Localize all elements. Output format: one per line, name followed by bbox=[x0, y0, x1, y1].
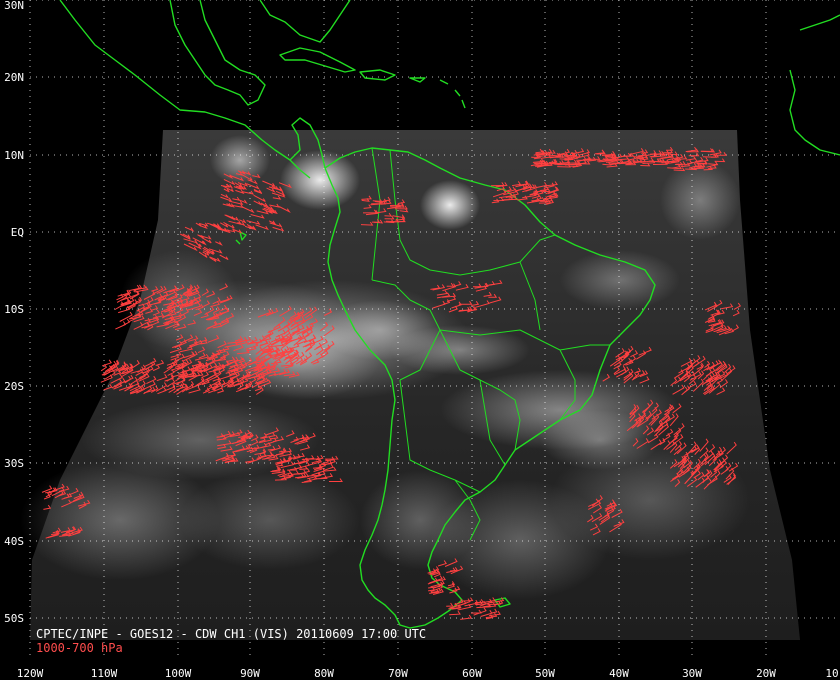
lat-label-10n: 10N bbox=[4, 149, 24, 162]
lon-label-50w: 50W bbox=[535, 667, 555, 680]
cloud-patch bbox=[120, 250, 240, 350]
lon-label-20w: 20W bbox=[756, 667, 776, 680]
cloud-patch bbox=[180, 470, 360, 570]
lat-label-30n: 30N bbox=[4, 0, 24, 12]
lon-label-80w: 80W bbox=[314, 667, 334, 680]
cloud-patch bbox=[280, 150, 360, 210]
cloud-patch bbox=[420, 180, 480, 230]
lon-label-70w: 70W bbox=[388, 667, 408, 680]
lon-label-10w: 10 bbox=[825, 667, 839, 680]
lon-label-100w: 100W bbox=[164, 667, 192, 680]
lat-label-10s: 10S bbox=[4, 303, 24, 316]
cloud-patch bbox=[210, 135, 270, 185]
lon-label-30w: 30W bbox=[682, 667, 702, 680]
coastline-florida bbox=[259, 0, 351, 43]
lon-label-120w: 120W bbox=[16, 667, 44, 680]
wind-vector bbox=[115, 321, 127, 330]
longitude-label-bar bbox=[0, 660, 840, 680]
map-canvas bbox=[20, 0, 840, 660]
caption-product-line: CPTEC/INPE - GOES12 - CDW CH1 (VIS) 2011… bbox=[36, 627, 427, 641]
lon-label-60w: 60W bbox=[462, 667, 482, 680]
cloud-patch bbox=[560, 250, 680, 310]
satellite-map: 30N 20N 10N EQ 10S 20S 30S 40S 50S 120W … bbox=[0, 0, 840, 680]
cloud-patch bbox=[550, 440, 750, 560]
lat-label-40s: 40S bbox=[4, 535, 24, 548]
lat-label-eq: EQ bbox=[10, 226, 24, 239]
map-caption: CPTEC/INPE - GOES12 - CDW CH1 (VIS) 2011… bbox=[36, 627, 426, 655]
lat-label-50s: 50S bbox=[4, 612, 24, 625]
lon-label-110w: 110W bbox=[90, 667, 118, 680]
caption-level-line: 1000-700 hPa bbox=[36, 641, 123, 655]
lat-label-20s: 20S bbox=[4, 380, 24, 393]
lon-label-90w: 90W bbox=[240, 667, 260, 680]
lat-label-20n: 20N bbox=[4, 71, 24, 84]
coastline-caribbean bbox=[279, 47, 466, 109]
cloud-patch bbox=[660, 160, 740, 240]
lat-label-30s: 30S bbox=[4, 457, 24, 470]
coastline-africa bbox=[789, 14, 840, 156]
lon-label-40w: 40W bbox=[609, 667, 629, 680]
